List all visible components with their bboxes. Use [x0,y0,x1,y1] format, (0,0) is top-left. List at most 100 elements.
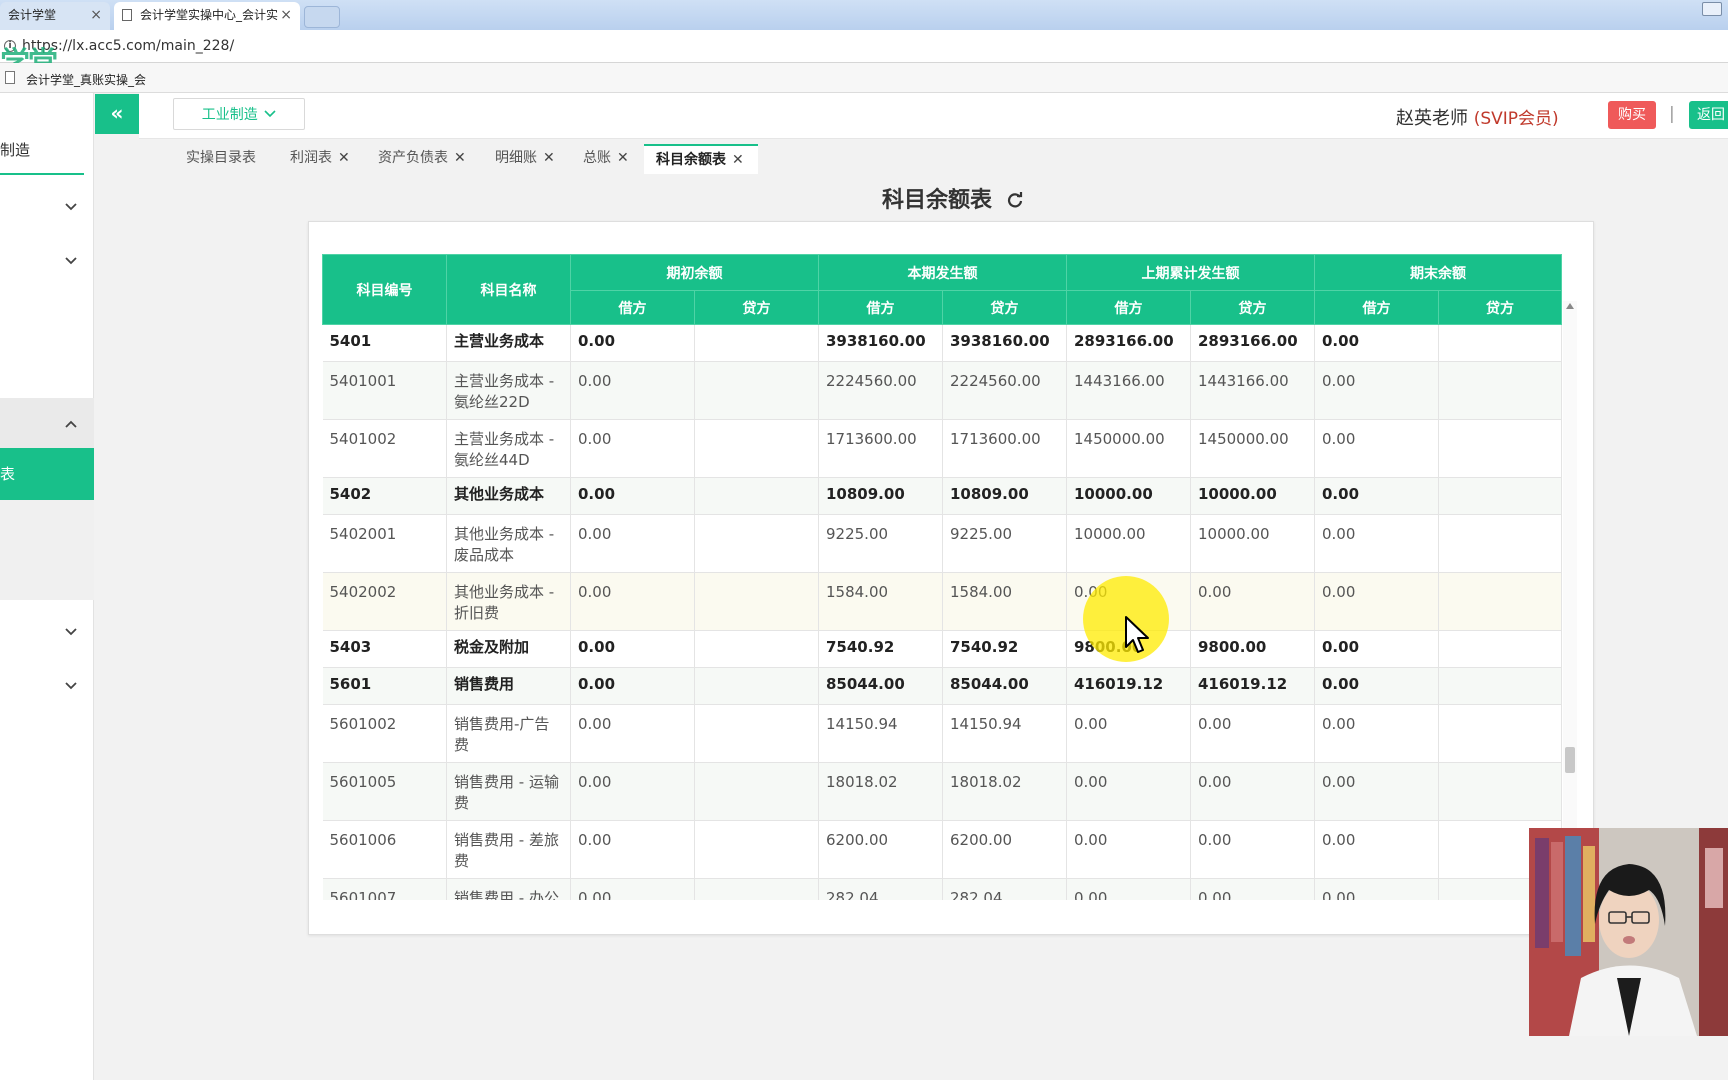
column-header-credit: 贷方 [1190,290,1315,325]
table-cell [1438,762,1562,821]
table-row-subaccount[interactable]: 5401002 主营业务成本 - 氨纶丝44D 0.00 1713600.00 1713… [322,419,1562,478]
table-cell: 0.00 [1314,630,1439,668]
page-title-text: 科目余额表 [882,188,993,213]
buy-button[interactable]: 购买 [1608,101,1656,129]
table-row-subaccount[interactable]: 5401001 主营业务成本 - 氨纶丝22D 0.00 2224560.00 2224… [322,361,1562,420]
table-cell: 7540.92 [818,630,943,668]
back-button[interactable]: 返回 [1689,101,1728,129]
table-cell: 销售费用 [446,667,571,705]
table-cell: 销售费用 - 差旅费 [446,820,571,879]
table-cell: 销售费用-广告费 [446,704,571,763]
tab-general-ledger[interactable]: 总账 ✕ [583,144,629,174]
window-control-icon[interactable] [1702,2,1722,16]
chevron-down-icon [264,99,276,129]
close-icon[interactable]: ✕ [338,144,350,172]
tab-balance-sheet[interactable]: 资产负债表 ✕ [378,144,466,174]
column-header-credit: 贷方 [1438,290,1562,325]
tab-trial-balance-active[interactable]: 科目余额表 ✕ [644,144,758,174]
table-cell: 1450000.00 [1190,419,1315,478]
page-icon [5,71,15,84]
table-cell: 5601005 [322,762,447,821]
browser-tab[interactable]: 会计学堂 × [0,2,110,30]
table-cell: 3938160.00 [818,324,943,362]
table-cell: 1713600.00 [942,419,1067,478]
table-row-account[interactable]: 5403税金及附加0.007540.927540.929800.009800.0… [322,630,1562,668]
page-tabs: 实操目录表 利润表 ✕ 资产负债表 ✕ 明细账 ✕ 总账 ✕ 科目余额表 ✕ [139,140,1728,174]
mouse-cursor-icon [1125,616,1149,653]
chevron-down-icon[interactable] [64,678,78,692]
table-row-subaccount[interactable]: 5601007 销售费用 - 办公 0.00 282.04 282.04 0.00 0.00… [322,878,1562,900]
chevron-down-icon[interactable] [64,253,78,267]
bookmark-item[interactable]: 会计学堂_真账实操_会 [26,71,146,88]
scroll-up-arrow-icon[interactable] [1566,303,1574,309]
table-cell [694,762,819,821]
table-cell [1438,361,1562,420]
refresh-icon[interactable] [1006,190,1024,208]
presenter-webcam [1529,828,1728,1036]
table-cell: 税金及附加 [446,630,571,668]
browser-tab-label: 会计学堂实操中心_会计实 [140,8,279,22]
table-row-account[interactable]: 5402 其他业务成本 0.00 10809.00 10809.00 10000.00 10… [322,477,1562,515]
tab-income-statement[interactable]: 利润表 ✕ [290,144,350,174]
table-cell: 3938160.00 [942,324,1067,362]
table-cell: 14150.94 [942,704,1067,763]
vertical-scrollbar[interactable] [1563,301,1577,868]
column-header: 科目名称 [446,254,571,325]
close-icon[interactable]: ✕ [617,144,629,172]
table-row-subaccount[interactable]: 5601005 销售费用 - 运输费 0.00 18018.02 18018.02 0.0… [322,762,1562,821]
tab-catalog[interactable]: 实操目录表 [186,144,256,174]
table-cell: 1584.00 [818,572,943,631]
chevron-down-icon[interactable] [64,624,78,638]
table-row-account[interactable]: 5401 主营业务成本 0.00 3938160.00 3938160.00 289316… [322,324,1562,362]
tab-detail-ledger[interactable]: 明细账 ✕ [495,144,555,174]
table-cell [694,477,819,515]
table-cell: 2893166.00 [1190,324,1315,362]
page-title: 科目余额表 [882,182,1024,214]
table-scroll-area[interactable]: 科目编号 科目名称 期初余额 本期发生额 上期累计发生额 期末余额 借方 贷方 … [322,254,1576,900]
table-row-account[interactable]: 5601 销售费用 0.00 85044.00 85044.00 416019.12 416… [322,667,1562,705]
new-tab-button[interactable] [304,6,340,28]
scrollbar-thumb[interactable] [1565,747,1575,773]
table-cell: 5401001 [322,361,447,420]
browser-tab-active[interactable]: 会计学堂实操中心_会计实 × [114,2,300,30]
table-cell: 6200.00 [942,820,1067,879]
industry-select[interactable]: 工业制造 [173,98,305,130]
table-body: 5401 主营业务成本 0.00 3938160.00 3938160.00 289316… [322,324,1562,900]
column-header-credit: 贷方 [942,290,1067,325]
table-cell: 0.00 [570,704,695,763]
table-cell: 0.00 [1314,324,1439,362]
chevron-down-icon[interactable] [64,199,78,213]
browser-tab-label: 会计学堂 [8,8,57,22]
table-cell: 0.00 [1314,820,1439,879]
sidebar-item-active[interactable]: 表 [0,448,94,500]
column-header: 科目编号 [322,254,447,325]
table-cell [1438,630,1562,668]
column-header-debit: 借方 [1066,290,1191,325]
table-row-subaccount[interactable]: 5601006 销售费用 - 差旅费 0.00 6200.00 6200.00 0.00 0… [322,820,1562,879]
table-cell: 5402 [322,477,447,515]
sidebar-group-expanded[interactable] [0,398,94,448]
table-cell: 10000.00 [1190,514,1315,573]
chevron-up-icon[interactable] [64,416,78,430]
close-icon[interactable]: × [280,2,292,28]
table-row-subaccount[interactable]: 5402001 其他业务成本 - 废品成本 0.00 9225.00 9225.00 10… [322,514,1562,573]
table-cell [1438,324,1562,362]
table-cell: 10000.00 [1190,477,1315,515]
table-cell [1438,419,1562,478]
table-cell: 85044.00 [942,667,1067,705]
table-cell: 0.00 [1190,704,1315,763]
table-cell [694,630,819,668]
table-row-subaccount[interactable]: 5402002 其他业务成本 - 折旧费 0.00 1584.00 1584.00 0.0… [322,572,1562,631]
table-cell: 0.00 [570,514,695,573]
close-icon[interactable]: ✕ [454,144,466,172]
collapse-sidebar-button[interactable]: « [95,94,139,134]
table-cell: 18018.02 [942,762,1067,821]
table-cell: 0.00 [1314,572,1439,631]
close-icon[interactable]: ✕ [543,144,555,172]
close-icon[interactable]: × [90,2,102,28]
table-row-subaccount[interactable]: 5601002 销售费用-广告费 0.00 14150.94 14150.94 0.00 0… [322,704,1562,763]
presenter-video-image [1529,828,1728,1036]
table-cell: 2224560.00 [818,361,943,420]
close-icon[interactable]: ✕ [732,146,744,174]
column-group-header: 本期发生额 [818,254,1067,291]
